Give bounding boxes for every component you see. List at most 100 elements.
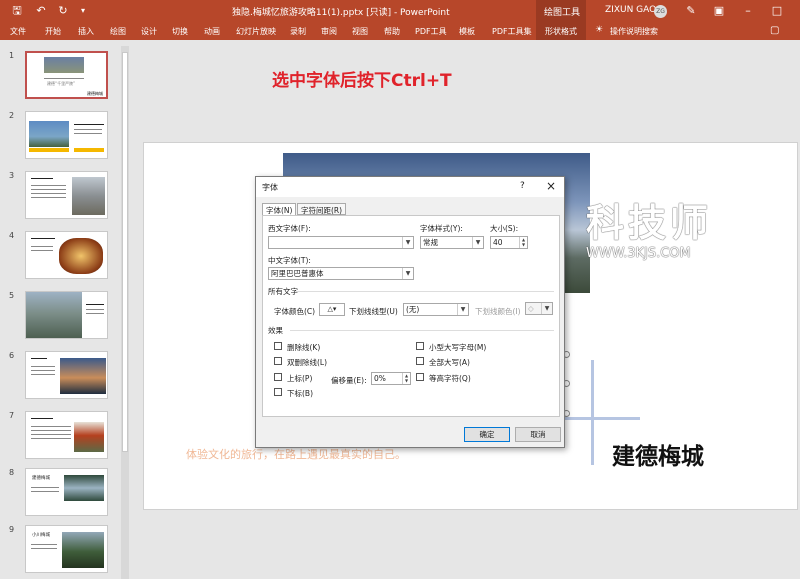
- thumb-image: [59, 238, 103, 274]
- pen-icon[interactable]: ✎: [684, 4, 698, 18]
- tab-pdf-tools[interactable]: PDF工具: [415, 26, 447, 37]
- equalize-height-checkbox[interactable]: [416, 373, 424, 381]
- save-icon[interactable]: 🖫: [10, 4, 24, 18]
- double-strikethrough-checkbox[interactable]: [274, 357, 282, 365]
- tab-shape-format[interactable]: 形状格式: [545, 26, 577, 37]
- thumb-line: [86, 309, 104, 310]
- subscript-label: 下标(B): [287, 389, 313, 398]
- tab-view[interactable]: 视图: [352, 26, 368, 37]
- tab-design[interactable]: 设计: [141, 26, 157, 37]
- undo-icon[interactable]: ↶: [34, 4, 48, 18]
- underline-color-picker[interactable]: ◇ ▼: [525, 302, 553, 315]
- slide-thumbnail-9[interactable]: 小川梅城: [25, 525, 108, 573]
- all-caps-checkbox[interactable]: [416, 357, 424, 365]
- thumb-line: [31, 544, 57, 545]
- thumb-number: 9: [9, 525, 15, 534]
- font-dialog: 字体 ? × 字体(N) 字符间距(R) 西文字体(F): ▼ 字体样式(Y):…: [255, 176, 565, 448]
- chevron-down-icon[interactable]: ▼: [541, 303, 552, 314]
- thumb-line: [86, 304, 104, 305]
- tab-review[interactable]: 审阅: [321, 26, 337, 37]
- tab-pdf-toolset[interactable]: PDF工具集: [492, 26, 532, 37]
- watermark-url: WWW.3KJS.COM: [586, 246, 691, 261]
- thumb-line: [31, 366, 55, 367]
- superscript-checkbox[interactable]: [274, 373, 282, 381]
- thumb-line: [31, 487, 59, 488]
- redo-icon[interactable]: ↻: [56, 4, 70, 18]
- thumb-image: [74, 422, 104, 452]
- divider: [290, 330, 554, 331]
- size-value: 40: [493, 238, 503, 247]
- ribbon-display-icon[interactable]: ▣: [712, 4, 726, 18]
- font-color-icon: △▾: [327, 305, 337, 313]
- thumb-bar: [29, 148, 69, 152]
- chevron-down-icon[interactable]: ▼: [402, 237, 413, 248]
- slide-thumbnail-6[interactable]: [25, 351, 108, 399]
- customize-qat-icon[interactable]: ▾: [76, 4, 90, 18]
- strikethrough-checkbox[interactable]: [274, 342, 282, 350]
- comments-icon[interactable]: ▢: [770, 25, 779, 36]
- maximize-icon[interactable]: □: [770, 4, 784, 18]
- tab-slideshow[interactable]: 幻灯片放映: [236, 26, 276, 37]
- slide-thumbnail-3[interactable]: [25, 171, 108, 219]
- tab-draw[interactable]: 绘图: [110, 26, 126, 37]
- ok-button[interactable]: 确定: [464, 427, 510, 442]
- font-color-label: 字体颜色(C): [274, 307, 316, 316]
- thumb-number: 5: [9, 291, 15, 300]
- slide-thumbnail-8[interactable]: 建德梅城: [25, 468, 108, 516]
- underline-style-value: (无): [406, 305, 420, 314]
- font-style-select[interactable]: 常规 ▼: [420, 236, 484, 249]
- chevron-down-icon[interactable]: ▼: [457, 304, 468, 315]
- context-group-tab: 绘图工具: [536, 0, 586, 23]
- thumb-image: [72, 177, 105, 215]
- thumb-line: [74, 124, 104, 125]
- user-name[interactable]: ZIXUN GAO: [605, 5, 656, 15]
- slide-thumbnail-4[interactable]: [25, 231, 108, 279]
- thumb-image: [26, 292, 82, 338]
- chevron-down-icon[interactable]: ▼: [402, 268, 413, 279]
- chinese-font-select[interactable]: 阿里巴巴普惠体 ▼: [268, 267, 414, 280]
- minimize-icon[interactable]: –: [741, 4, 755, 18]
- spinner-icon[interactable]: ▲ ▼: [402, 373, 410, 384]
- tab-insert[interactable]: 插入: [78, 26, 94, 37]
- underline-style-select[interactable]: (无) ▼: [403, 303, 469, 316]
- thumb-bar: [74, 148, 104, 152]
- tab-help[interactable]: 帮助: [384, 26, 400, 37]
- help-button[interactable]: ?: [520, 181, 525, 191]
- small-caps-label: 小型大写字母(M): [429, 343, 487, 352]
- offset-input[interactable]: 0% ▲ ▼: [371, 372, 411, 385]
- slide-thumbnail-7[interactable]: [25, 411, 108, 459]
- size-input[interactable]: 40 ▲ ▼: [490, 236, 528, 249]
- all-text-label: 所有文字: [268, 287, 298, 296]
- offset-value: 0%: [374, 374, 386, 383]
- tab-file[interactable]: 文件: [10, 26, 26, 37]
- tab-transitions[interactable]: 切换: [172, 26, 188, 37]
- thumbnail-scroll-thumb[interactable]: [122, 52, 128, 452]
- slide-subtitle[interactable]: 体验文化的旅行，在路上遇见最真实的自己。: [186, 446, 406, 462]
- instruction-text: 选中字体后按下Ctrl+T: [272, 71, 452, 91]
- thumb-line: [44, 78, 84, 79]
- cancel-button[interactable]: 取消: [515, 427, 561, 442]
- avatar[interactable]: ZG: [654, 5, 667, 18]
- tab-font[interactable]: 字体(N): [262, 203, 297, 215]
- thumb-title: 建德梅城: [32, 476, 50, 481]
- spinner-icon[interactable]: ▲ ▼: [519, 237, 527, 248]
- thumb-number: 3: [9, 171, 15, 180]
- tell-me-search[interactable]: 操作说明搜索: [610, 26, 658, 37]
- slide-thumbnail-2[interactable]: [25, 111, 108, 159]
- small-caps-checkbox[interactable]: [416, 342, 424, 350]
- subscript-checkbox[interactable]: [274, 388, 282, 396]
- close-button[interactable]: ×: [546, 179, 556, 193]
- tab-char-spacing[interactable]: 字符间距(R): [297, 203, 347, 215]
- tab-home[interactable]: 开始: [45, 26, 61, 37]
- dialog-titlebar: 字体 ? ×: [256, 177, 564, 197]
- chevron-down-icon[interactable]: ▼: [472, 237, 483, 248]
- slide-thumbnail-1[interactable]: 建德“千里严陵” 建德梅城: [25, 51, 108, 99]
- western-font-select[interactable]: ▼: [268, 236, 414, 249]
- decor-line-vertical: [591, 360, 594, 465]
- tab-templates[interactable]: 模板: [459, 26, 475, 37]
- slide-thumbnail-5[interactable]: [25, 291, 108, 339]
- tab-record[interactable]: 录制: [290, 26, 306, 37]
- slide-title[interactable]: 建德梅城: [612, 437, 704, 471]
- font-color-picker[interactable]: △▾: [319, 303, 345, 316]
- tab-animations[interactable]: 动画: [204, 26, 220, 37]
